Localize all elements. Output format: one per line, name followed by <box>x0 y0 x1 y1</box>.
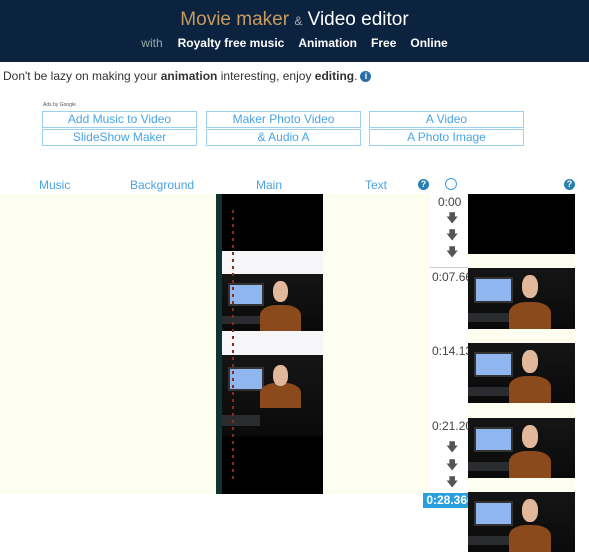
info-icon[interactable]: i <box>360 71 372 82</box>
clip-photo[interactable] <box>222 355 323 436</box>
preview-frame[interactable] <box>468 194 575 254</box>
column-text[interactable]: Text <box>365 178 387 192</box>
preview-frame[interactable] <box>468 418 575 478</box>
column-background[interactable]: Background <box>130 178 194 192</box>
clock-icon[interactable] <box>445 178 457 190</box>
column-main[interactable]: Main <box>256 178 282 192</box>
column-music[interactable]: Music <box>39 178 70 192</box>
preview-frame[interactable] <box>468 492 575 552</box>
ad-link[interactable]: SlideShow Maker <box>42 129 197 146</box>
ads-label: Ads by Google <box>43 102 76 108</box>
header: Movie maker & Video editor with Royalty f… <box>0 0 589 62</box>
tag: Free <box>371 36 397 50</box>
preview-frame[interactable] <box>468 268 575 329</box>
preview-frame[interactable] <box>468 343 575 403</box>
divider <box>430 267 468 268</box>
clip-black[interactable] <box>222 194 323 251</box>
intro-text: Don't be lazy on making your animation i… <box>3 69 372 83</box>
tag: Animation <box>298 36 358 50</box>
ad-link[interactable]: Add Music to Video <box>42 111 197 128</box>
help-icon[interactable]: ? <box>418 179 429 190</box>
timeline-tracks[interactable] <box>0 194 430 494</box>
help-icon[interactable]: ? <box>564 179 575 190</box>
ad-link[interactable]: A Video <box>369 111 524 128</box>
gap <box>222 331 323 355</box>
arrow-down-icon: 🡇 <box>446 245 459 259</box>
time-marker: 0:07.66 <box>432 270 473 284</box>
tag: Royalty free music <box>177 36 285 50</box>
ad-link[interactable]: A Photo Image <box>369 129 524 146</box>
clip-photo[interactable] <box>222 274 323 331</box>
ad-link[interactable]: Maker Photo Video <box>206 111 361 128</box>
site-subtitle: with Royalty free music Animation Free Onlin… <box>141 36 448 50</box>
gap <box>222 251 323 274</box>
ad-link[interactable]: & Audio A <box>206 129 361 146</box>
time-marker: 0:00 <box>438 195 462 209</box>
tag: Online <box>410 36 448 50</box>
audio-waveform <box>232 210 234 480</box>
site-title: Movie maker & Video editor <box>180 9 409 30</box>
clip-black[interactable] <box>222 436 323 494</box>
arrow-down-icon: 🡇 <box>446 475 459 489</box>
